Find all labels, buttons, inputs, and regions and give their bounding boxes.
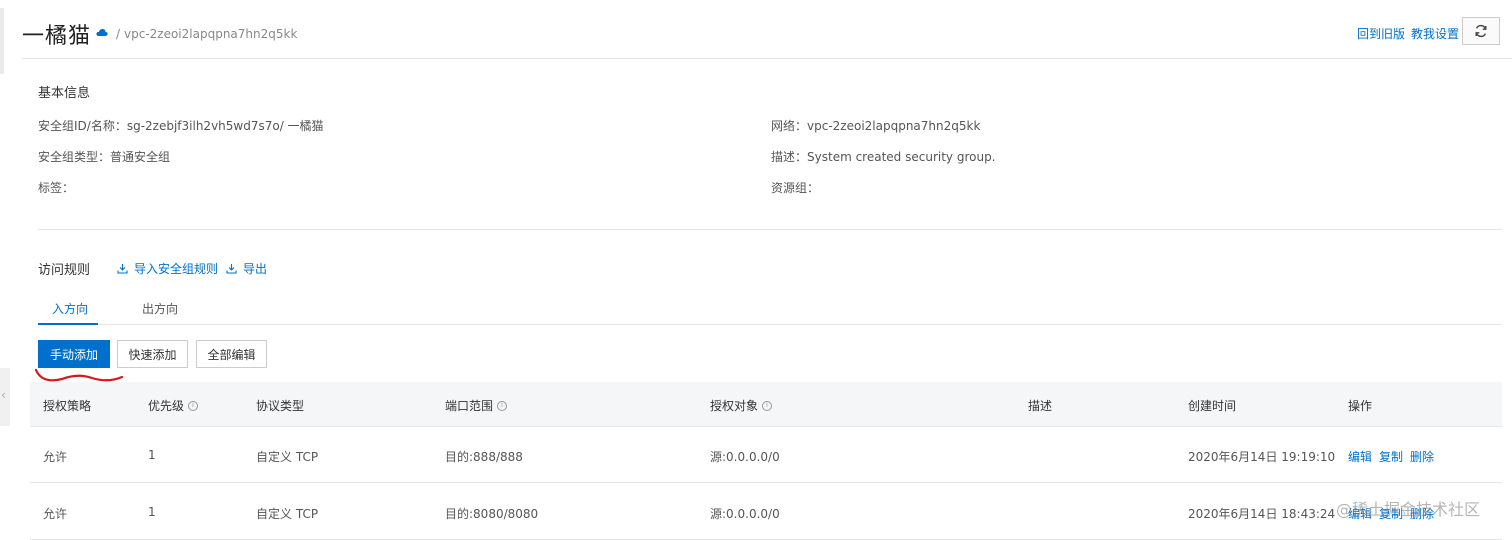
- section-divider: [38, 229, 1502, 230]
- cell-policy: 允许: [43, 450, 68, 464]
- info-icon[interactable]: i: [762, 400, 773, 411]
- cell-created-time: 2020年6月14日 18:43:24: [1188, 507, 1336, 521]
- column-header-actions: 操作: [1348, 399, 1373, 413]
- info-label: 网络：: [771, 119, 808, 133]
- breadcrumb-separator: /: [116, 27, 121, 41]
- tab-inbound[interactable]: 入方向: [52, 300, 88, 317]
- column-header-policy: 授权策略: [43, 399, 92, 413]
- delete-rule-link[interactable]: 删除: [1410, 448, 1434, 465]
- quick-add-button[interactable]: 快速添加: [117, 340, 188, 368]
- rules-table-header: 授权策略 优先级 i 协议类型 端口范围 i 授权对象 i 描述 创建时间 操作: [30, 382, 1502, 427]
- export-icon: [226, 264, 237, 274]
- cell-priority: 1: [148, 448, 156, 462]
- info-security-group-type: 安全组类型：普通安全组: [38, 148, 170, 165]
- info-value: vpc-2zeoi2lapqpna7hn2q5kk: [807, 119, 981, 133]
- info-network: 网络：vpc-2zeoi2lapqpna7hn2q5kk: [771, 117, 980, 134]
- tab-outbound[interactable]: 出方向: [142, 300, 178, 317]
- info-value: 普通安全组: [110, 150, 171, 164]
- delete-rule-link[interactable]: 删除: [1410, 505, 1434, 522]
- cell-priority: 1: [148, 505, 156, 519]
- breadcrumb-vpc-id: vpc-2zeoi2lapqpna7hn2q5kk: [124, 27, 298, 41]
- edit-all-button[interactable]: 全部编辑: [196, 340, 267, 368]
- info-label: 安全组ID/名称：: [38, 119, 127, 133]
- import-rules-label: 导入安全组规则: [134, 262, 219, 276]
- access-rules-title: 访问规则: [38, 263, 91, 278]
- sidebar-collapse-handle[interactable]: ‹: [0, 368, 10, 426]
- column-header-priority: 优先级 i: [148, 397, 199, 414]
- export-label: 导出: [243, 262, 268, 276]
- column-header-description: 描述: [1028, 399, 1053, 413]
- info-value: sg-2zebjf3ilh2vh5wd7s7o/ 一橘猫: [126, 119, 324, 133]
- info-tags: 标签：: [38, 179, 74, 196]
- cell-created-time: 2020年6月14日 19:19:10: [1188, 450, 1336, 464]
- info-icon[interactable]: i: [188, 400, 199, 411]
- edit-rule-link[interactable]: 编辑: [1348, 505, 1372, 522]
- refresh-button[interactable]: [1462, 17, 1500, 45]
- column-header-auth-target: 授权对象 i: [710, 397, 773, 414]
- cell-port-range: 目的:8080/8080: [445, 507, 539, 521]
- info-resource-group: 资源组：: [771, 179, 819, 196]
- column-header-created-time: 创建时间: [1188, 399, 1237, 413]
- cell-auth-target: 源:0.0.0.0/0: [710, 507, 780, 521]
- info-security-group-id: 安全组ID/名称：sg-2zebjf3ilh2vh5wd7s7o/ 一橘猫: [38, 117, 324, 134]
- page-header: 一橘猫 / vpc-2zeoi2lapqpna7hn2q5kk 回到旧版 教我设…: [22, 10, 1512, 59]
- info-label: 描述：: [771, 150, 808, 164]
- info-label: 安全组类型：: [38, 150, 111, 164]
- import-icon: [117, 264, 128, 274]
- table-row: 允许 1 自定义 TCP 目的:8080/8080 源:0.0.0.0/0 20…: [30, 483, 1502, 540]
- back-to-old-version-link[interactable]: 回到旧版: [1357, 25, 1405, 42]
- cell-protocol: 自定义 TCP: [256, 507, 319, 521]
- basic-info-title: 基本信息: [38, 86, 91, 101]
- page-title: 一橘猫: [22, 24, 92, 49]
- direction-tabs: 入方向 出方向: [38, 290, 1502, 325]
- cell-auth-target: 源:0.0.0.0/0: [710, 450, 780, 464]
- edit-rule-link[interactable]: 编辑: [1348, 448, 1372, 465]
- refresh-icon: [1475, 24, 1487, 38]
- copy-rule-link[interactable]: 复制: [1379, 505, 1403, 522]
- copy-rule-link[interactable]: 复制: [1379, 448, 1403, 465]
- info-label: 资源组：: [771, 181, 820, 195]
- manual-add-button[interactable]: 手动添加: [38, 340, 110, 368]
- cloud-icon: [96, 29, 108, 36]
- tutorial-settings-link[interactable]: 教我设置: [1411, 25, 1459, 42]
- left-edge-handle: [0, 8, 4, 74]
- info-description: 描述：System created security group.: [771, 148, 996, 165]
- info-label: 标签：: [38, 181, 75, 195]
- cell-port-range: 目的:888/888: [445, 450, 523, 464]
- import-rules-link[interactable]: 导入安全组规则: [117, 260, 218, 277]
- active-tab-indicator: [38, 323, 98, 325]
- column-header-protocol: 协议类型: [256, 399, 305, 413]
- column-header-port-range: 端口范围 i: [445, 397, 508, 414]
- cell-policy: 允许: [43, 507, 68, 521]
- info-value: System created security group.: [807, 150, 996, 164]
- table-row: 允许 1 自定义 TCP 目的:888/888 源:0.0.0.0/0 2020…: [30, 426, 1502, 483]
- cell-protocol: 自定义 TCP: [256, 450, 319, 464]
- info-icon[interactable]: i: [497, 400, 508, 411]
- chevron-left-icon: ‹: [1, 388, 6, 402]
- export-link[interactable]: 导出: [226, 260, 267, 277]
